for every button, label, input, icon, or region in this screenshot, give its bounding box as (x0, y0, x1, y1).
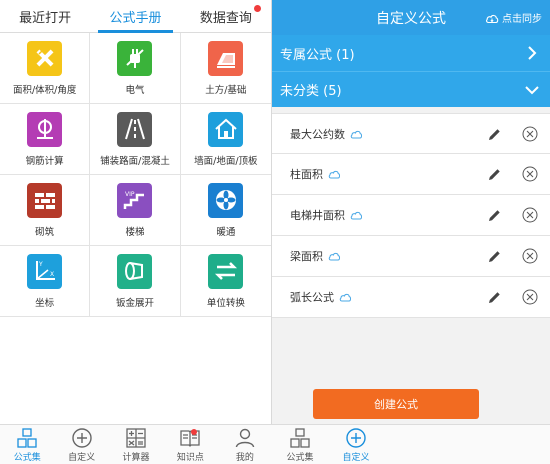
pencil-icon[interactable] (487, 249, 502, 264)
cloud-sync-icon (486, 14, 499, 23)
road-icon (117, 111, 153, 147)
delete-circle-icon[interactable] (522, 126, 538, 142)
fan-icon (208, 182, 244, 218)
tab-formula-handbook[interactable]: 公式手册 (90, 0, 180, 33)
group-uncategorized[interactable]: 未分类 (5) (272, 71, 550, 107)
svg-text:VIP: VIP (125, 191, 135, 198)
category-masonry[interactable]: 砌筑 (0, 175, 91, 246)
cloud-icon (339, 293, 352, 302)
convert-arrows-icon (208, 253, 244, 289)
rebar-icon (27, 111, 63, 147)
pencil-icon[interactable] (487, 167, 502, 182)
category-hvac[interactable]: 暖通 (180, 175, 271, 246)
formula-name: 弧长公式 (290, 291, 334, 304)
blocks-icon (17, 427, 37, 448)
category-unit-conversion[interactable]: 单位转换 (180, 246, 271, 317)
nav-formula-set[interactable]: 公式集 (272, 425, 328, 464)
category-sheet-metal-unfold[interactable]: 钣金展开 (90, 246, 181, 317)
category-wall-floor-ceiling[interactable]: 墙面/地面/顶板 (180, 104, 271, 175)
house-icon (208, 111, 244, 147)
plug-icon (117, 40, 153, 76)
sync-button[interactable]: 点击同步 (485, 10, 542, 25)
delete-circle-icon[interactable] (522, 289, 538, 305)
formula-name: 最大公约数 (290, 127, 345, 141)
svg-text:Y: Y (38, 261, 43, 268)
axis-icon: YX (27, 253, 63, 289)
formula-row[interactable]: 最大公约数 (272, 113, 550, 154)
nav-custom[interactable]: 自定义 (54, 425, 108, 464)
category-electric[interactable]: 电气 (90, 33, 181, 104)
formula-name: 柱面积 (290, 168, 323, 181)
create-formula-button[interactable]: 创建公式 (313, 389, 479, 419)
page-title: 自定义公式 (376, 10, 446, 27)
svg-text:X: X (50, 271, 54, 278)
delete-circle-icon[interactable] (522, 207, 538, 223)
nav-knowledge[interactable]: 知识点 (163, 425, 217, 464)
nav-custom[interactable]: 自定义 (328, 425, 384, 464)
nav-profile[interactable]: 我的 (218, 425, 272, 464)
category-paving-concrete[interactable]: 铺装路面/混凝土 (90, 104, 181, 175)
formula-name: 电梯井面积 (290, 209, 345, 222)
category-earthwork-foundation[interactable]: 土方/基础 (180, 33, 271, 104)
category-rebar[interactable]: 钢筋计算 (0, 104, 91, 175)
formula-list: 最大公约数 柱面积 电梯井面积 梁面积 弧长公式 (272, 113, 550, 318)
cloud-icon (328, 170, 341, 179)
group-exclusive-formulas[interactable]: 专属公式 (1) (272, 35, 550, 71)
category-grid: 面积/体积/角度 电气 土方/基础 钢筋计算 铺装路面/混凝土 墙面/地面/顶板… (0, 33, 271, 317)
cloud-icon (350, 130, 363, 138)
top-tabs: 最近打开 公式手册 数据查询 (0, 0, 271, 33)
formula-row[interactable]: 电梯井面积 (272, 195, 550, 236)
earthwork-icon (208, 40, 244, 76)
ruler-pencil-icon (27, 40, 63, 76)
category-area-volume-angle[interactable]: 面积/体积/角度 (0, 33, 91, 104)
category-coordinates[interactable]: YX 坐标 (0, 246, 91, 317)
nav-formula-set[interactable]: 公式集 (0, 425, 54, 464)
header: 自定义公式 点击同步 (272, 0, 550, 35)
bottom-nav-custom: 公式集 自定义 (272, 424, 550, 464)
formula-row[interactable]: 弧长公式 (272, 277, 550, 318)
chevron-down-icon (525, 86, 539, 95)
nav-calculator[interactable]: 计算器 (109, 425, 163, 464)
delete-circle-icon[interactable] (522, 166, 538, 182)
tab-data-query[interactable]: 数据查询 (181, 0, 271, 32)
user-icon (235, 428, 255, 447)
cloud-icon (328, 252, 341, 261)
formula-row[interactable]: 梁面积 (272, 236, 550, 277)
formula-handbook-panel: 最近打开 公式手册 数据查询 面积/体积/角度 电气 土方/基础 钢筋计算 铺装… (0, 0, 272, 464)
formula-row[interactable]: 柱面积 (272, 154, 550, 195)
custom-formula-panel: 自定义公式 点击同步 专属公式 (1) 未分类 (5) 最大公约数 柱面积 电梯… (272, 0, 550, 464)
calculator-icon (126, 427, 146, 448)
cloud-icon (350, 211, 363, 220)
chevron-right-icon (528, 46, 537, 60)
pencil-icon[interactable] (487, 127, 502, 142)
formula-name: 梁面积 (290, 250, 323, 263)
pencil-icon[interactable] (487, 290, 502, 305)
plus-circle-icon (346, 427, 366, 448)
sheet-metal-icon (117, 253, 153, 289)
category-stairs[interactable]: VIP 楼梯 (90, 175, 181, 246)
plus-circle-icon (71, 427, 92, 448)
blocks-icon (290, 427, 310, 448)
notification-dot (253, 5, 261, 12)
stairs-icon: VIP (117, 182, 153, 218)
delete-circle-icon[interactable] (522, 248, 538, 264)
pencil-icon[interactable] (487, 208, 502, 223)
brick-wall-icon (27, 182, 63, 218)
bottom-nav: 公式集 自定义 计算器 知识点 我的 (0, 424, 272, 464)
tab-recent[interactable]: 最近打开 (0, 0, 90, 32)
